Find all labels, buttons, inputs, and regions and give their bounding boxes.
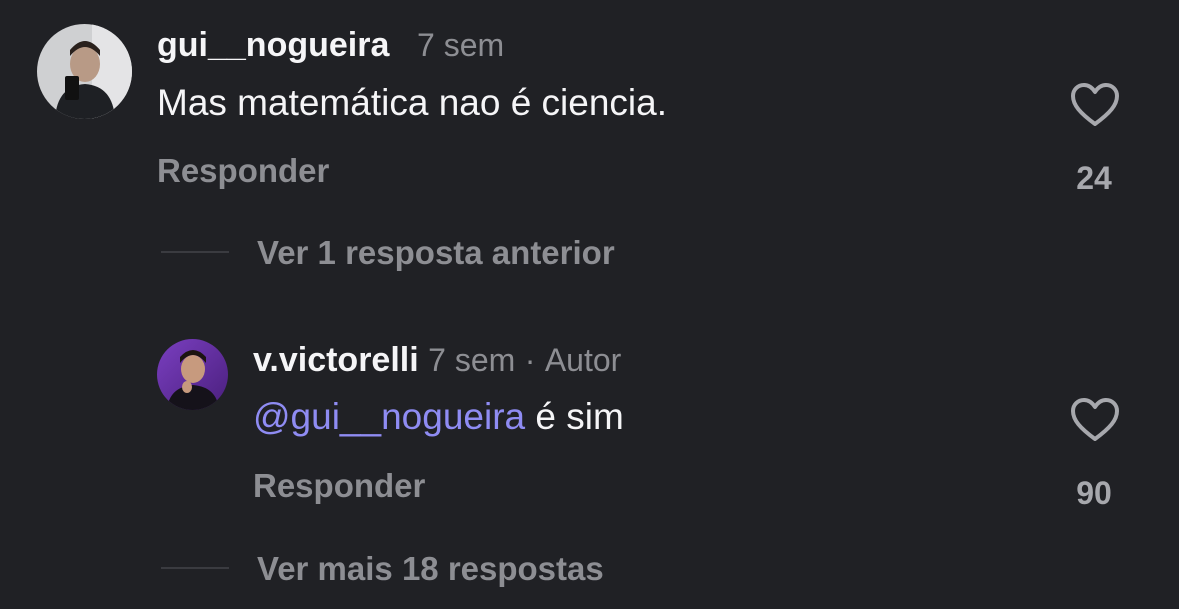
comment-username[interactable]: gui__nogueira	[157, 26, 389, 65]
avatar-photo-icon	[37, 24, 132, 119]
thread-line	[161, 567, 229, 569]
comment-text: Mas matemática nao é ciencia.	[157, 82, 668, 123]
avatar-photo-icon	[157, 339, 228, 410]
reply-body: é sim	[525, 396, 624, 437]
reply-time: 7 sem	[428, 342, 516, 378]
reply-button[interactable]: Responder	[157, 152, 329, 190]
author-badge: Autor	[544, 342, 622, 378]
thread-line	[161, 251, 229, 253]
mention-link[interactable]: @gui__nogueira	[253, 396, 525, 437]
avatar-gui-nogueira[interactable]	[37, 24, 132, 119]
reply-header: v.victorelli 7 sem · Autor	[253, 341, 621, 380]
like-count: 90	[1076, 475, 1112, 511]
reply-text: @gui__nogueira é sim	[253, 396, 624, 438]
reply-button[interactable]: Responder	[253, 467, 425, 505]
reply-username[interactable]: v.victorelli	[253, 341, 419, 379]
like-button[interactable]	[1070, 82, 1120, 128]
avatar-v-victorelli[interactable]	[157, 339, 228, 410]
heart-outline-icon	[1071, 398, 1119, 441]
view-previous-replies-button[interactable]: Ver 1 resposta anterior	[257, 234, 615, 272]
comment-time: 7 sem	[417, 27, 505, 63]
like-button[interactable]	[1070, 397, 1120, 443]
heart-outline-icon	[1071, 83, 1119, 126]
view-more-replies-button[interactable]: Ver mais 18 respostas	[257, 550, 604, 588]
like-count: 24	[1076, 160, 1112, 196]
separator-dot: ·	[524, 342, 536, 378]
